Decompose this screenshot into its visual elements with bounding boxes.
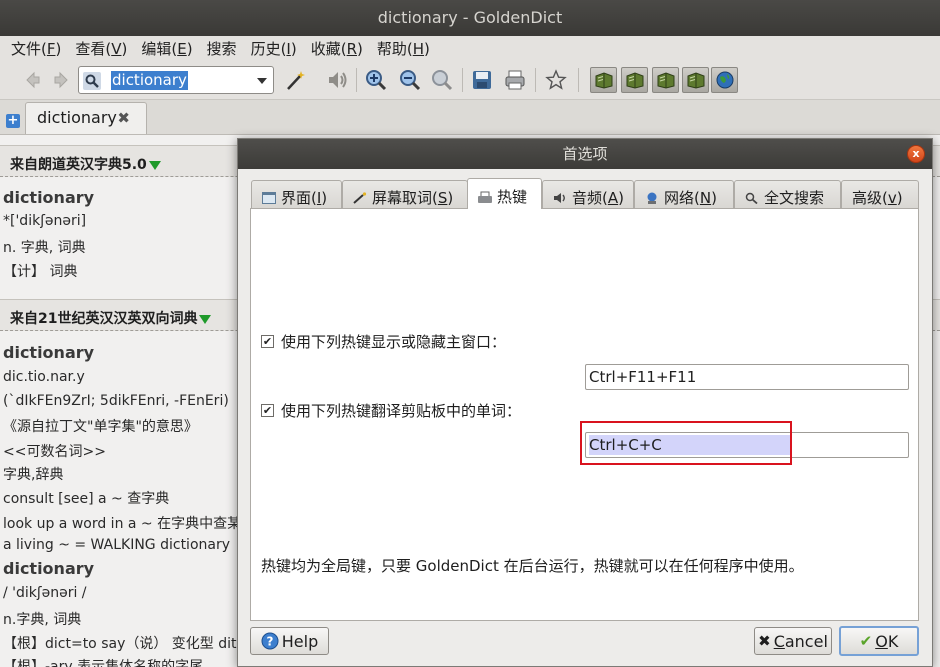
definition-line: n.字典, 词典 <box>3 612 82 628</box>
definition-line: look up a word in a ~ 在字典中查某一个 <box>3 516 270 532</box>
back-arrow-icon[interactable] <box>20 68 44 92</box>
dictionary-book-icon[interactable] <box>590 67 617 93</box>
tab-advanced[interactable]: 高级(v) <box>841 180 919 209</box>
magic-wand-icon <box>353 192 367 204</box>
menu-history[interactable]: 历史(I) <box>244 38 304 59</box>
clipboard-hotkey-label: 使用下列热键翻译剪贴板中的单词： <box>281 402 522 420</box>
tab-label: dictionary <box>37 108 117 127</box>
definition-line: n. 字典, 词典 <box>3 240 86 256</box>
star-icon[interactable] <box>544 68 568 92</box>
definition-line: 《源自拉丁文"单字集"的意思》 <box>3 419 198 435</box>
dictionary-book-icon[interactable] <box>682 67 709 93</box>
menu-help[interactable]: 帮助(H) <box>370 38 437 59</box>
check-icon: ✔ <box>262 335 273 348</box>
preferences-dialog: 首选项 x 界面(I) 屏幕取词(S) 热键 音频(A) 网络(N) 全文搜索 … <box>237 138 933 667</box>
clipboard-hotkey-checkbox[interactable]: ✔ <box>261 404 274 417</box>
definition-line: 字典,辞典 <box>3 467 64 483</box>
printer-icon[interactable] <box>503 68 527 92</box>
zoom-in-icon[interactable] <box>364 68 388 92</box>
definition-line: consult [see] a ~ 查字典 <box>3 491 170 507</box>
toolbar-separator <box>578 68 579 92</box>
save-icon[interactable] <box>470 68 494 92</box>
speaker-icon[interactable] <box>326 68 350 92</box>
tab-audio[interactable]: 音频(A) <box>542 180 634 209</box>
help-icon: ? <box>261 632 279 650</box>
keyboard-icon <box>478 191 492 203</box>
search-input[interactable]: dictionary <box>111 71 188 90</box>
dialog-title: 首选项 <box>238 139 932 169</box>
menu-favorites[interactable]: 收藏(R) <box>304 38 370 59</box>
annotation-highlight <box>580 421 792 465</box>
hotkeys-panel: ✔ 使用下列热键显示或隐藏主窗口： Ctrl+F11+F11 ✔ 使用下列热键翻… <box>250 208 919 621</box>
tab-interface[interactable]: 界面(I) <box>251 180 342 209</box>
hotkeys-note: 热键均为全局键，只要 GoldenDict 在后台运行，热键就可以在任何程序中使… <box>261 557 804 575</box>
definition-line: 【根】-ary 表示集体名称的字尾 <box>3 659 204 667</box>
toolbar-separator <box>356 68 357 92</box>
menu-search[interactable]: 搜索 <box>200 38 244 59</box>
definition-line: dic.tio.nar.y <box>3 369 85 385</box>
window-title: dictionary - GoldenDict <box>0 0 940 36</box>
main-window-hotkey-value: Ctrl+F11+F11 <box>589 368 697 386</box>
chevron-down-icon[interactable] <box>257 78 267 84</box>
dictionary-book-icon[interactable] <box>652 67 679 93</box>
zoom-reset-icon[interactable] <box>430 68 454 92</box>
tab-screen-capture[interactable]: 屏幕取词(S) <box>342 180 468 209</box>
definition-line: 【根】dict=to say（说） 变化型 dit <box>3 636 237 652</box>
magic-wand-icon[interactable] <box>284 68 308 92</box>
cancel-icon: ✖ <box>758 632 771 650</box>
main-window-hotkey-checkbox[interactable]: ✔ <box>261 335 274 348</box>
speaker-icon <box>554 193 565 203</box>
headword: dictionary <box>3 343 95 362</box>
toolbar: dictionary <box>0 60 940 100</box>
menu-file[interactable]: 文件(F) <box>4 38 68 59</box>
check-icon: ✔ <box>859 632 873 650</box>
toolbar-separator <box>462 68 463 92</box>
forward-arrow-icon[interactable] <box>50 68 74 92</box>
network-icon <box>647 192 657 204</box>
definition-line: (`dIkFEn9ZrI; 5dikFEnri, -FEnEri) <box>3 393 229 409</box>
tab-full-text-search[interactable]: 全文搜索 <box>734 180 841 209</box>
search-combobox[interactable]: dictionary <box>78 66 274 94</box>
tab-bar: + dictionary ✖ <box>0 100 940 134</box>
check-icon: ✔ <box>262 404 273 417</box>
headword: dictionary <box>3 559 95 578</box>
definition-line: 【计】 词典 <box>3 264 78 280</box>
main-window-hotkey-field[interactable]: Ctrl+F11+F11 <box>585 364 909 390</box>
search-icon <box>745 192 758 204</box>
tab-hotkeys[interactable]: 热键 <box>467 178 542 209</box>
zoom-out-icon[interactable] <box>398 68 422 92</box>
dictionary-book-icon[interactable] <box>621 67 648 93</box>
main-window-hotkey-label: 使用下列热键显示或隐藏主窗口： <box>281 333 507 351</box>
svg-text:?: ? <box>266 635 273 649</box>
collapse-triangle-icon[interactable] <box>148 160 161 170</box>
new-tab-icon[interactable]: + <box>6 114 20 128</box>
menu-view[interactable]: 查看(V) <box>68 38 134 59</box>
definition-line: <<可数名词>> <box>3 444 106 460</box>
globe-icon[interactable] <box>711 67 738 93</box>
close-icon[interactable]: x <box>907 145 925 163</box>
tab-dictionary[interactable]: dictionary ✖ <box>25 102 147 134</box>
cancel-button[interactable]: ✖ Cancel <box>754 627 832 655</box>
tab-network[interactable]: 网络(N) <box>634 180 734 209</box>
help-button[interactable]: ? Help <box>250 627 329 655</box>
menu-bar: 文件(F) 查看(V) 编辑(E) 搜索 历史(I) 收藏(R) 帮助(H) <box>0 36 940 60</box>
collapse-triangle-icon[interactable] <box>199 314 212 324</box>
interface-icon <box>262 192 276 204</box>
toolbar-separator <box>535 68 536 92</box>
ok-button[interactable]: ✔ OK <box>839 626 919 656</box>
pronunciation: *['dikʃənəri] <box>3 213 87 229</box>
search-icon <box>83 72 101 94</box>
menu-edit[interactable]: 编辑(E) <box>134 38 199 59</box>
headword: dictionary <box>3 188 95 207</box>
close-icon[interactable]: ✖ <box>117 109 130 127</box>
definition-line: a living ~ = WALKING dictionary <box>3 537 231 553</box>
pronunciation: / 'dikʃənəri / <box>3 585 87 601</box>
